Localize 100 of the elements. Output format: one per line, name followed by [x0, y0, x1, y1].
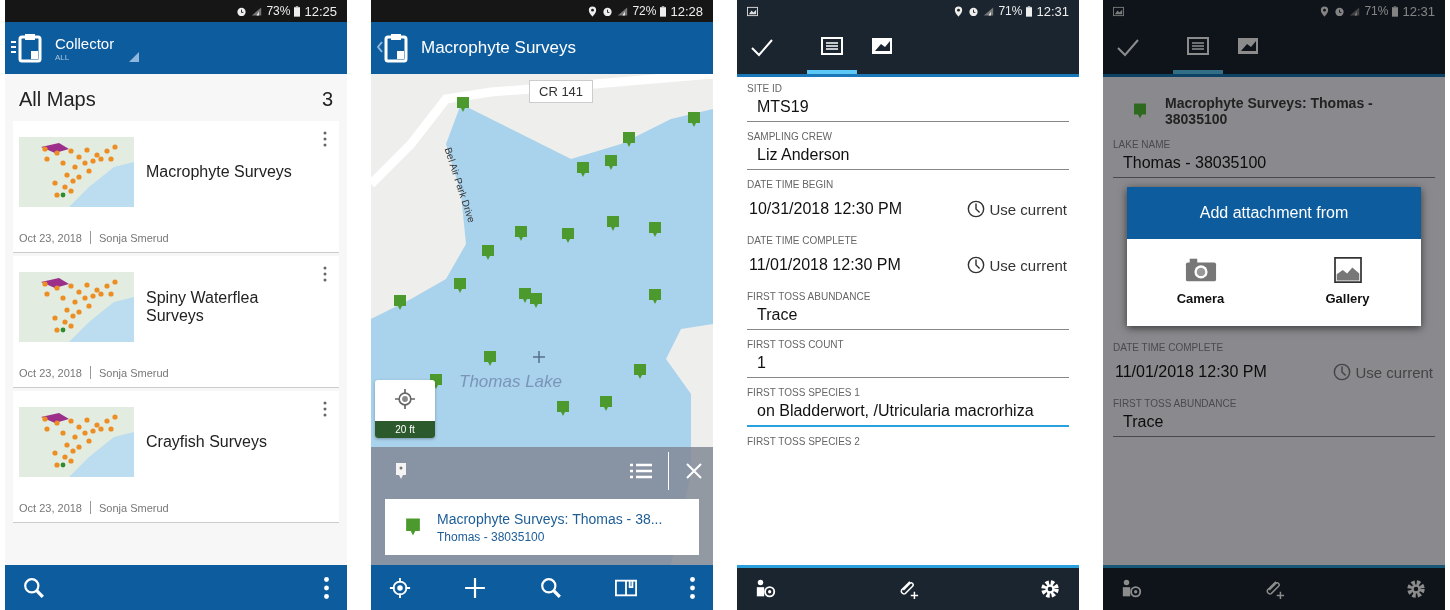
- location-icon: [587, 5, 599, 17]
- street-label: Bel Air Park Drive: [442, 146, 478, 224]
- map-date: Oct 23, 2018: [19, 231, 82, 244]
- map-card[interactable]: Macrophyte Surveys Oct 23, 2018 Sonja Smerud: [13, 121, 339, 253]
- input-field[interactable]: Thomas - 38035100: [1113, 150, 1435, 178]
- add-icon[interactable]: [464, 576, 487, 599]
- feature-subtitle: Thomas - 38035100: [437, 529, 546, 544]
- crosshair-icon: [533, 351, 545, 363]
- check-icon[interactable]: [1117, 39, 1139, 57]
- attachment-option[interactable]: Gallery: [1274, 239, 1421, 326]
- more-options-icon[interactable]: [323, 131, 327, 147]
- map-card[interactable]: Crayfish Surveys Oct 23, 2018 Sonja Smerud: [13, 391, 339, 523]
- settings-icon[interactable]: [1039, 578, 1061, 600]
- clock-time: 12:31: [1036, 3, 1069, 19]
- map-icon: [871, 37, 893, 55]
- attachment-option[interactable]: Camera: [1127, 239, 1274, 326]
- input-field[interactable]: Trace: [1113, 409, 1435, 437]
- alarm-icon: [236, 5, 248, 17]
- map-title: Macrophyte Surveys: [421, 38, 576, 58]
- list-icon[interactable]: [630, 462, 652, 480]
- map-pin-icon[interactable]: [456, 96, 470, 113]
- map-title: Macrophyte Surveys: [146, 163, 293, 181]
- map-pin-icon[interactable]: [393, 294, 407, 311]
- gps-icon: [395, 389, 415, 409]
- use-current-button[interactable]: Use current: [967, 200, 1067, 218]
- map-date: Oct 23, 2018: [19, 501, 82, 514]
- map-owner: Sonja Smerud: [99, 231, 169, 244]
- date-time-value[interactable]: 10/31/2018 12:30 PM: [749, 200, 902, 218]
- field-label: LAKE NAME: [1113, 139, 1172, 150]
- field-label: DATE TIME BEGIN: [747, 179, 835, 190]
- field-label: FIRST TOSS ABUNDANCE: [747, 291, 872, 302]
- map-title: Spiny Waterflea Surveys: [146, 289, 260, 325]
- clock-time: 12:25: [304, 3, 337, 19]
- battery-icon: [1392, 5, 1399, 17]
- road-label: CR 141: [529, 80, 594, 103]
- feature-result-card[interactable]: Macrophyte Surveys: Thomas - 38... Thomas - 38035100: [385, 499, 699, 555]
- signal-icon: [1349, 5, 1361, 17]
- map-pin-icon[interactable]: [687, 111, 701, 128]
- more-options-icon[interactable]: [690, 576, 695, 599]
- filter-dropdown[interactable]: ALL: [55, 51, 140, 62]
- image-icon: [747, 5, 758, 17]
- field-label: DATE TIME COMPLETE: [747, 235, 859, 246]
- more-options-icon[interactable]: [324, 576, 329, 599]
- battery-icon: [660, 5, 667, 17]
- check-icon[interactable]: [751, 39, 773, 57]
- input-field[interactable]: Liz Anderson: [747, 142, 1069, 170]
- dialog-title: Add attachment from: [1127, 187, 1421, 239]
- input-field[interactable]: on Bladderwort, /Utricularia macrorhiza: [747, 398, 1069, 427]
- clock-icon: [1333, 363, 1352, 381]
- app-title: Collector: [55, 34, 116, 52]
- map-card[interactable]: Spiny Waterflea Surveys Oct 23, 2018 Sonja Smerud: [13, 256, 339, 388]
- date-time-value[interactable]: 11/01/2018 12:30 PM: [1115, 363, 1267, 381]
- map-owner: Sonja Smerud: [99, 366, 169, 379]
- gps-icon[interactable]: [389, 576, 411, 599]
- field-label: SAMPLING CREW: [747, 131, 833, 142]
- battery-level: 73%: [266, 4, 291, 18]
- feature-title: Macrophyte Surveys: Thomas - 38035100: [1165, 95, 1374, 127]
- clock-time: 12:31: [1402, 3, 1435, 19]
- date-time-value[interactable]: 11/01/2018 12:30 PM: [749, 256, 901, 274]
- location-icon: [953, 5, 965, 17]
- field-label: FIRST TOSS ABUNDANCE: [1113, 398, 1238, 409]
- input-field[interactable]: MTS19: [747, 94, 1069, 122]
- battery-level: 71%: [998, 4, 1023, 18]
- field-label: FIRST TOSS COUNT: [747, 339, 845, 350]
- form-icon: [1187, 37, 1209, 55]
- alarm-icon: [602, 5, 614, 17]
- field-label: SITE ID: [747, 83, 783, 94]
- input-field[interactable]: Trace: [747, 302, 1069, 330]
- image-icon: [1331, 257, 1364, 283]
- battery-level: 71%: [1364, 4, 1389, 18]
- battery-icon: [1026, 5, 1033, 17]
- use-current-button[interactable]: Use current: [967, 256, 1067, 274]
- clock-icon: [967, 200, 986, 218]
- marker-icon: [395, 462, 407, 480]
- search-icon[interactable]: [539, 576, 562, 599]
- signal-icon: [983, 5, 995, 17]
- gps-accuracy-button[interactable]: 20 ft: [375, 380, 435, 438]
- more-options-icon[interactable]: [323, 401, 327, 417]
- field-label: FIRST TOSS SPECIES 1: [747, 387, 861, 398]
- menu-clipboard-icon[interactable]: [11, 33, 45, 63]
- map-view[interactable]: CR 141 Bel Air Park Drive Thomas Lake 20 ft Macrophyte Surveys: Thomas - 38... Thomas - 38035100: [371, 74, 713, 565]
- search-icon[interactable]: [23, 576, 45, 599]
- battery-level: 72%: [632, 4, 657, 18]
- person-location-icon[interactable]: [755, 578, 777, 600]
- map-pin-icon[interactable]: [622, 131, 636, 148]
- signal-icon: [617, 5, 629, 17]
- close-icon[interactable]: [685, 462, 703, 480]
- map-count: 3: [321, 88, 333, 111]
- dropdown-corner-icon: [129, 51, 140, 62]
- back-clipboard-icon[interactable]: [377, 33, 411, 63]
- battery-icon: [294, 5, 301, 17]
- more-options-icon[interactable]: [323, 266, 327, 282]
- map-pin-icon: [405, 517, 421, 537]
- lake-label: Thomas Lake: [459, 372, 562, 392]
- accuracy-label: 20 ft: [375, 421, 435, 438]
- clock-time: 12:28: [670, 3, 703, 19]
- location-icon: [1319, 5, 1331, 17]
- alarm-icon: [968, 5, 980, 17]
- input-field[interactable]: 1: [747, 350, 1069, 378]
- image-icon: [1113, 5, 1124, 17]
